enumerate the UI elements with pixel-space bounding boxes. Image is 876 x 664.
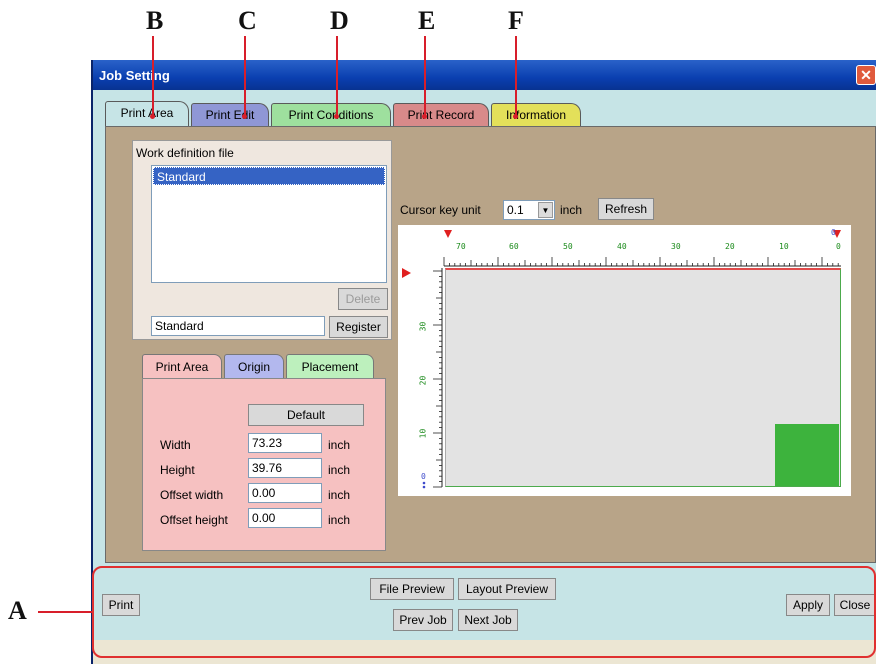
ruler-top-label: 10 (779, 242, 789, 251)
callout-c-dot (242, 114, 247, 119)
print-job-block[interactable] (775, 424, 839, 486)
callout-f-dot (513, 114, 518, 119)
callout-a-highlight (92, 566, 876, 658)
callout-b-dot (150, 114, 155, 119)
callout-b-line (152, 36, 154, 118)
ruler-left-label: 20 (418, 375, 428, 386)
callout-e-dot (422, 114, 427, 119)
ruler-top-label: 40 (617, 242, 627, 251)
origin-y-marker-icon (402, 268, 411, 278)
callout-a-line (38, 611, 92, 613)
ruler-left-label: 30 (418, 321, 428, 332)
origin-x-marker-icon (444, 230, 452, 238)
ruler-top-label: 50 (563, 242, 573, 251)
ruler-top-label: 60 (509, 242, 519, 251)
ruler-top-label: 70 (456, 242, 466, 251)
corner-zero-label: 0 (831, 228, 836, 237)
callout-c-line (244, 36, 246, 118)
ruler-top-label: 30 (671, 242, 681, 251)
ruler-top-label: 20 (725, 242, 735, 251)
callout-e-line (424, 36, 426, 118)
ruler-left-label: 10 (418, 428, 428, 439)
callout-d-dot (334, 114, 339, 119)
origin-dots-icon (422, 481, 426, 489)
ruler-left-label: 0 (421, 472, 426, 481)
ruler-top-label: 0 (836, 242, 841, 251)
callout-f-line (515, 36, 517, 118)
callout-d-line (336, 36, 338, 118)
